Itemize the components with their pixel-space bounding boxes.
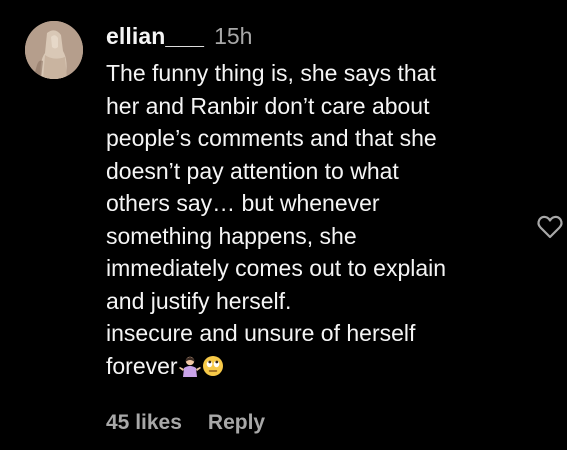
comment-text-line: The funny thing is, she says that [106, 60, 436, 86]
comment-header: ellian___ 15h [106, 23, 526, 53]
comment-text-line: others say… but whenever [106, 190, 380, 216]
person-shrugging-emoji [178, 353, 201, 377]
username[interactable]: ellian___ [106, 23, 204, 50]
comment-actions: 45 likes Reply [106, 411, 265, 435]
comment-content: ellian___ 15h The funny thing is, she sa… [106, 23, 526, 382]
comment-text-line: insecure and unsure of herself [106, 320, 416, 346]
comment-text: The funny thing is, she says that her an… [106, 57, 526, 382]
comment-text-line: forever [106, 352, 178, 379]
likes-count[interactable]: 45 likes [106, 411, 182, 435]
comment-text-line: immediately comes out to explain [106, 255, 447, 281]
heart-outline-icon[interactable] [535, 212, 565, 242]
comment-text-line: and justify herself. [106, 287, 292, 314]
comment-text-line: doesn’t pay attention to what [106, 157, 399, 184]
comment-text-line-last: forever [106, 350, 526, 383]
timestamp: 15h [214, 23, 253, 49]
reply-button[interactable]: Reply [208, 411, 265, 435]
comment-text-line: her and Ranbir don’t care about [106, 92, 430, 119]
comment-text-line: something happens, she [106, 222, 357, 249]
comment-text-line: people’s comments and that she [106, 125, 437, 151]
avatar[interactable] [25, 21, 83, 79]
eye-roll-emoji [202, 353, 224, 376]
comment: ellian___ 15h The funny thing is, she sa… [0, 0, 567, 450]
